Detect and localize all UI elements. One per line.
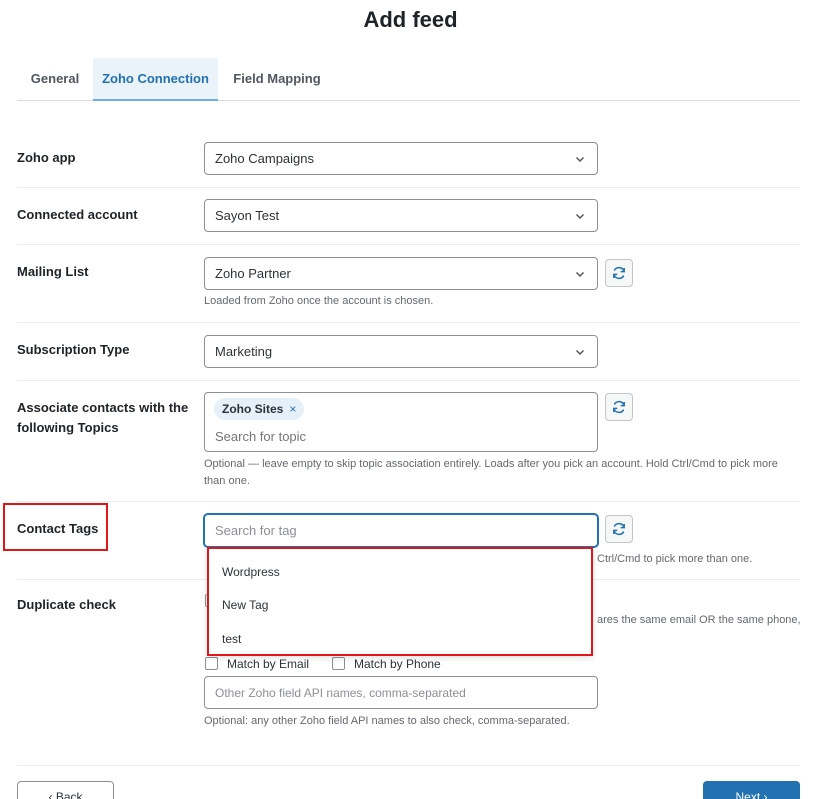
row-divider	[17, 244, 800, 245]
subscription-type-select[interactable]: Marketing	[204, 335, 598, 368]
subscription-type-label: Subscription Type	[17, 342, 130, 357]
row-divider	[17, 501, 800, 502]
match-email-checkbox[interactable]	[205, 657, 218, 670]
mailing-list-select[interactable]: Zoho Partner	[204, 257, 598, 290]
tab-zoho-connection[interactable]: Zoho Connection	[93, 58, 218, 101]
zoho-app-label: Zoho app	[17, 150, 76, 165]
row-divider	[17, 765, 800, 766]
connected-account-select[interactable]: Sayon Test	[204, 199, 598, 232]
mailing-list-label: Mailing List	[17, 264, 89, 279]
row-divider	[17, 380, 800, 381]
tab-bar: General Zoho Connection Field Mapping	[17, 58, 800, 101]
remove-chip-icon[interactable]: ×	[289, 398, 296, 420]
chevron-down-icon	[575, 213, 585, 220]
tag-dropdown: Wordpress New Tag test	[207, 547, 593, 656]
topics-label-line1: Associate contacts with the	[17, 400, 189, 415]
tag-option[interactable]: test	[222, 632, 241, 646]
tags-help: Ctrl/Cmd to pick more than one.	[597, 553, 753, 565]
subscription-type-value: Marketing	[215, 344, 273, 359]
tag-option[interactable]: New Tag	[222, 598, 268, 612]
refresh-icon	[613, 266, 625, 280]
refresh-icon	[613, 400, 625, 414]
tag-search-input[interactable]	[204, 514, 598, 547]
mailing-list-help: Loaded from Zoho once the account is cho…	[204, 295, 434, 307]
zoho-app-value: Zoho Campaigns	[215, 151, 314, 166]
match-phone-label: Match by Phone	[354, 657, 441, 671]
topic-chip-label: Zoho Sites	[222, 402, 284, 416]
match-email-label: Match by Email	[227, 657, 310, 671]
page-title: Add feed	[363, 7, 458, 32]
zoho-app-select[interactable]: Zoho Campaigns	[204, 142, 598, 175]
tab-general[interactable]: General	[17, 58, 93, 100]
topic-search-input[interactable]	[215, 429, 585, 444]
connected-account-label: Connected account	[17, 207, 138, 222]
back-button[interactable]: ‹ Back	[17, 781, 114, 799]
duplicate-check-help: ares the same email OR the same phone,	[597, 614, 801, 626]
topics-multiselect[interactable]: Zoho Sites ×	[204, 392, 598, 452]
next-button[interactable]: Next ›	[703, 781, 800, 799]
topics-help-line1: Optional — leave empty to skip topic ass…	[204, 458, 778, 470]
connected-account-value: Sayon Test	[215, 208, 280, 223]
chevron-down-icon	[575, 349, 585, 356]
topic-chip: Zoho Sites ×	[214, 398, 305, 420]
contact-tags-label: Contact Tags	[17, 521, 99, 536]
other-fields-input[interactable]	[204, 676, 598, 709]
row-divider	[17, 322, 800, 323]
match-phone-checkbox[interactable]	[332, 657, 345, 670]
chevron-down-icon	[575, 271, 585, 278]
topics-label-line2: following Topics	[17, 420, 119, 435]
tag-option[interactable]: Wordpress	[222, 565, 280, 579]
refresh-icon	[613, 522, 625, 536]
topics-refresh-button[interactable]	[605, 393, 633, 421]
duplicate-check-label: Duplicate check	[17, 597, 116, 612]
other-fields-help: Optional: any other Zoho field API names…	[204, 715, 570, 727]
chevron-down-icon	[575, 156, 585, 163]
row-divider	[17, 187, 800, 188]
mailing-list-value: Zoho Partner	[215, 266, 291, 281]
tags-refresh-button[interactable]	[605, 515, 633, 543]
tab-field-mapping[interactable]: Field Mapping	[218, 58, 336, 100]
mailing-list-refresh-button[interactable]	[605, 259, 633, 287]
topics-help-line2: than one.	[204, 475, 250, 487]
